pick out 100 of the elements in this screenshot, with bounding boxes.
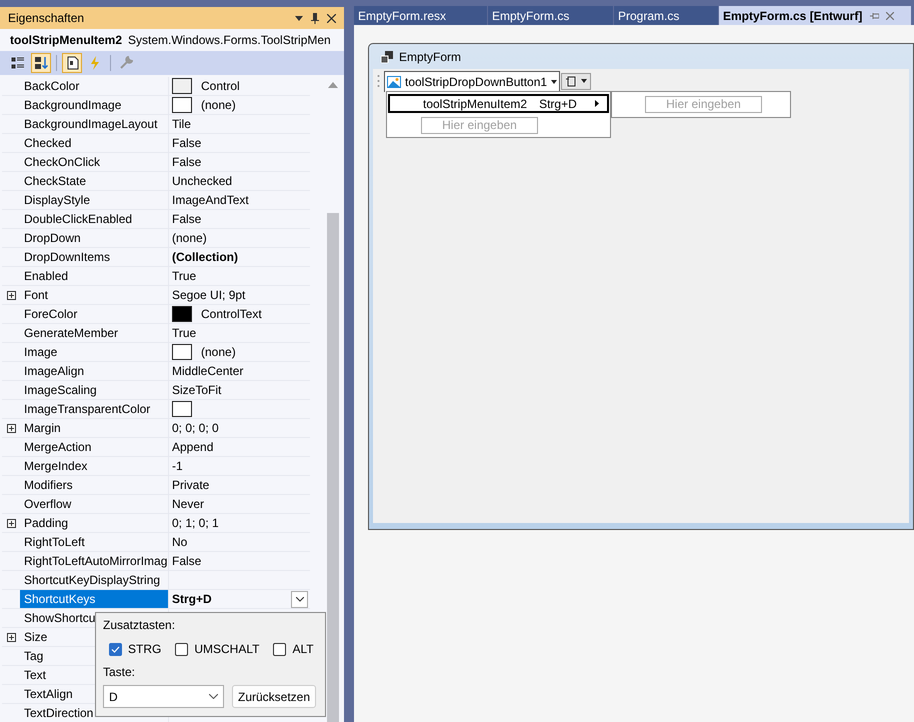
document-tab[interactable]: Program.cs — [614, 6, 718, 25]
checkbox[interactable] — [109, 642, 122, 656]
property-name[interactable]: BackColor — [20, 77, 169, 95]
property-value: (none) — [201, 97, 236, 114]
property-page-button[interactable] — [62, 53, 82, 73]
property-name[interactable]: GenerateMember — [20, 324, 169, 342]
property-value: No — [172, 534, 188, 551]
expand-icon[interactable] — [6, 632, 16, 642]
grip-icon — [377, 74, 380, 88]
property-value: MiddleCenter — [172, 363, 244, 380]
property-name[interactable]: Enabled — [20, 267, 169, 285]
panel-title: Eigenschaften — [8, 10, 84, 27]
menu-item[interactable]: toolStripMenuItem2 Strg+D — [388, 94, 609, 113]
property-name[interactable]: BackgroundImage — [20, 96, 169, 114]
dropdown-button[interactable]: toolStripDropDownButton1 — [384, 70, 560, 92]
property-value: False — [172, 135, 202, 152]
pin-icon[interactable] — [311, 12, 319, 24]
checkmark-icon — [111, 646, 120, 652]
property-name[interactable]: RightToLeftAutoMirrorImag — [20, 552, 169, 570]
property-value: (Collection) — [172, 249, 238, 266]
expand-icon[interactable] — [6, 518, 16, 528]
close-icon — [886, 12, 894, 20]
property-value: (none) — [172, 230, 207, 247]
property-value: False — [172, 154, 202, 171]
property-name[interactable]: ShortcutKeyDisplayString — [20, 571, 169, 589]
lightning-icon — [88, 56, 102, 70]
property-name[interactable]: ShortcutKeys — [20, 590, 169, 608]
form-icon — [381, 50, 393, 62]
object-selector[interactable]: toolStripMenuItem2 System.Windows.Forms.ToolStripMen — [0, 29, 344, 51]
property-name[interactable]: Checked — [20, 134, 169, 152]
property-value: Strg+D — [172, 591, 212, 608]
key-select[interactable]: D — [103, 685, 224, 708]
property-name[interactable]: CheckOnClick — [20, 153, 169, 171]
property-value: SizeToFit — [172, 382, 222, 399]
sort-alphabetical-icon — [34, 56, 48, 70]
add-item-button[interactable] — [561, 72, 592, 90]
property-name[interactable]: ImageTransparentColor — [20, 400, 169, 418]
property-name[interactable]: DropDown — [20, 229, 169, 247]
property-value: Never — [172, 496, 204, 513]
property-name[interactable]: Image — [20, 343, 169, 361]
property-name[interactable]: ImageScaling — [20, 381, 169, 399]
property-value: Unchecked — [172, 173, 232, 190]
property-value: True — [172, 268, 196, 285]
property-value: ControlText — [201, 306, 262, 323]
key-label: Taste: — [103, 664, 136, 679]
submenu-arrow-icon — [595, 100, 599, 107]
property-name[interactable]: MergeAction — [20, 438, 169, 456]
checkbox[interactable] — [175, 642, 188, 656]
property-name[interactable]: DoubleClickEnabled — [20, 210, 169, 228]
expand-icon[interactable] — [6, 424, 16, 432]
reset-button[interactable]: Zurücksetzen — [232, 685, 316, 708]
property-value: False — [172, 211, 202, 228]
checkbox-label: ALT — [292, 641, 314, 658]
property-name[interactable]: BackgroundImageLayout — [20, 115, 169, 133]
property-value: False — [172, 553, 202, 570]
property-name[interactable]: CheckState — [20, 172, 169, 190]
checkbox[interactable] — [273, 642, 286, 656]
property-value: Segoe UI; 9pt — [172, 287, 246, 304]
pin-icon — [870, 12, 880, 20]
property-value: 0; 0; 0; 0 — [172, 420, 219, 437]
close-icon[interactable] — [327, 14, 336, 22]
checkbox-label: UMSCHALT — [194, 641, 260, 658]
property-name[interactable]: Modifiers — [20, 476, 169, 494]
property-name[interactable]: ImageAlign — [20, 362, 169, 380]
chevron-icon — [209, 694, 218, 699]
chevron-icon — [296, 596, 304, 602]
document-tab[interactable]: EmptyForm.cs — [488, 6, 613, 25]
scroll-up-icon[interactable] — [328, 82, 338, 88]
property-name[interactable]: DropDownItems — [20, 248, 169, 266]
caret-icon — [580, 79, 587, 83]
property-value: True — [172, 325, 196, 342]
caret-icon — [551, 80, 558, 84]
property-value: Append — [172, 439, 214, 456]
property-name[interactable]: Margin — [20, 419, 169, 437]
property-name[interactable]: Padding — [20, 514, 169, 532]
property-name[interactable]: ForeColor — [20, 305, 169, 323]
property-name[interactable]: MergeIndex — [20, 457, 169, 475]
property-name[interactable]: Font — [20, 286, 169, 304]
property-value: Tile — [172, 116, 191, 133]
dropdown-icon[interactable] — [295, 16, 303, 20]
sort-alphabetical-button[interactable] — [31, 53, 51, 73]
property-value: Control — [201, 78, 240, 95]
document-tab[interactable]: EmptyForm.cs [Entwurf] — [719, 6, 911, 25]
property-name[interactable]: DisplayStyle — [20, 191, 169, 209]
picture-icon — [387, 76, 401, 88]
property-value: (none) — [201, 344, 236, 361]
property-page-icon — [65, 56, 79, 70]
new-item-icon — [566, 76, 576, 86]
property-name[interactable]: Overflow — [20, 495, 169, 513]
expand-icon[interactable] — [6, 290, 16, 300]
property-value: 0; 1; 0; 1 — [172, 515, 219, 532]
property-name[interactable]: RightToLeft — [20, 533, 169, 551]
wrench-icon — [119, 56, 133, 70]
document-tab[interactable]: EmptyForm.resx — [354, 6, 487, 25]
property-value: -1 — [172, 458, 183, 475]
form-title: EmptyForm — [399, 48, 462, 66]
property-value: ImageAndText — [172, 192, 249, 209]
categorized-icon — [11, 56, 25, 70]
dropdown-button[interactable] — [291, 590, 308, 608]
property-value: Private — [172, 477, 210, 494]
